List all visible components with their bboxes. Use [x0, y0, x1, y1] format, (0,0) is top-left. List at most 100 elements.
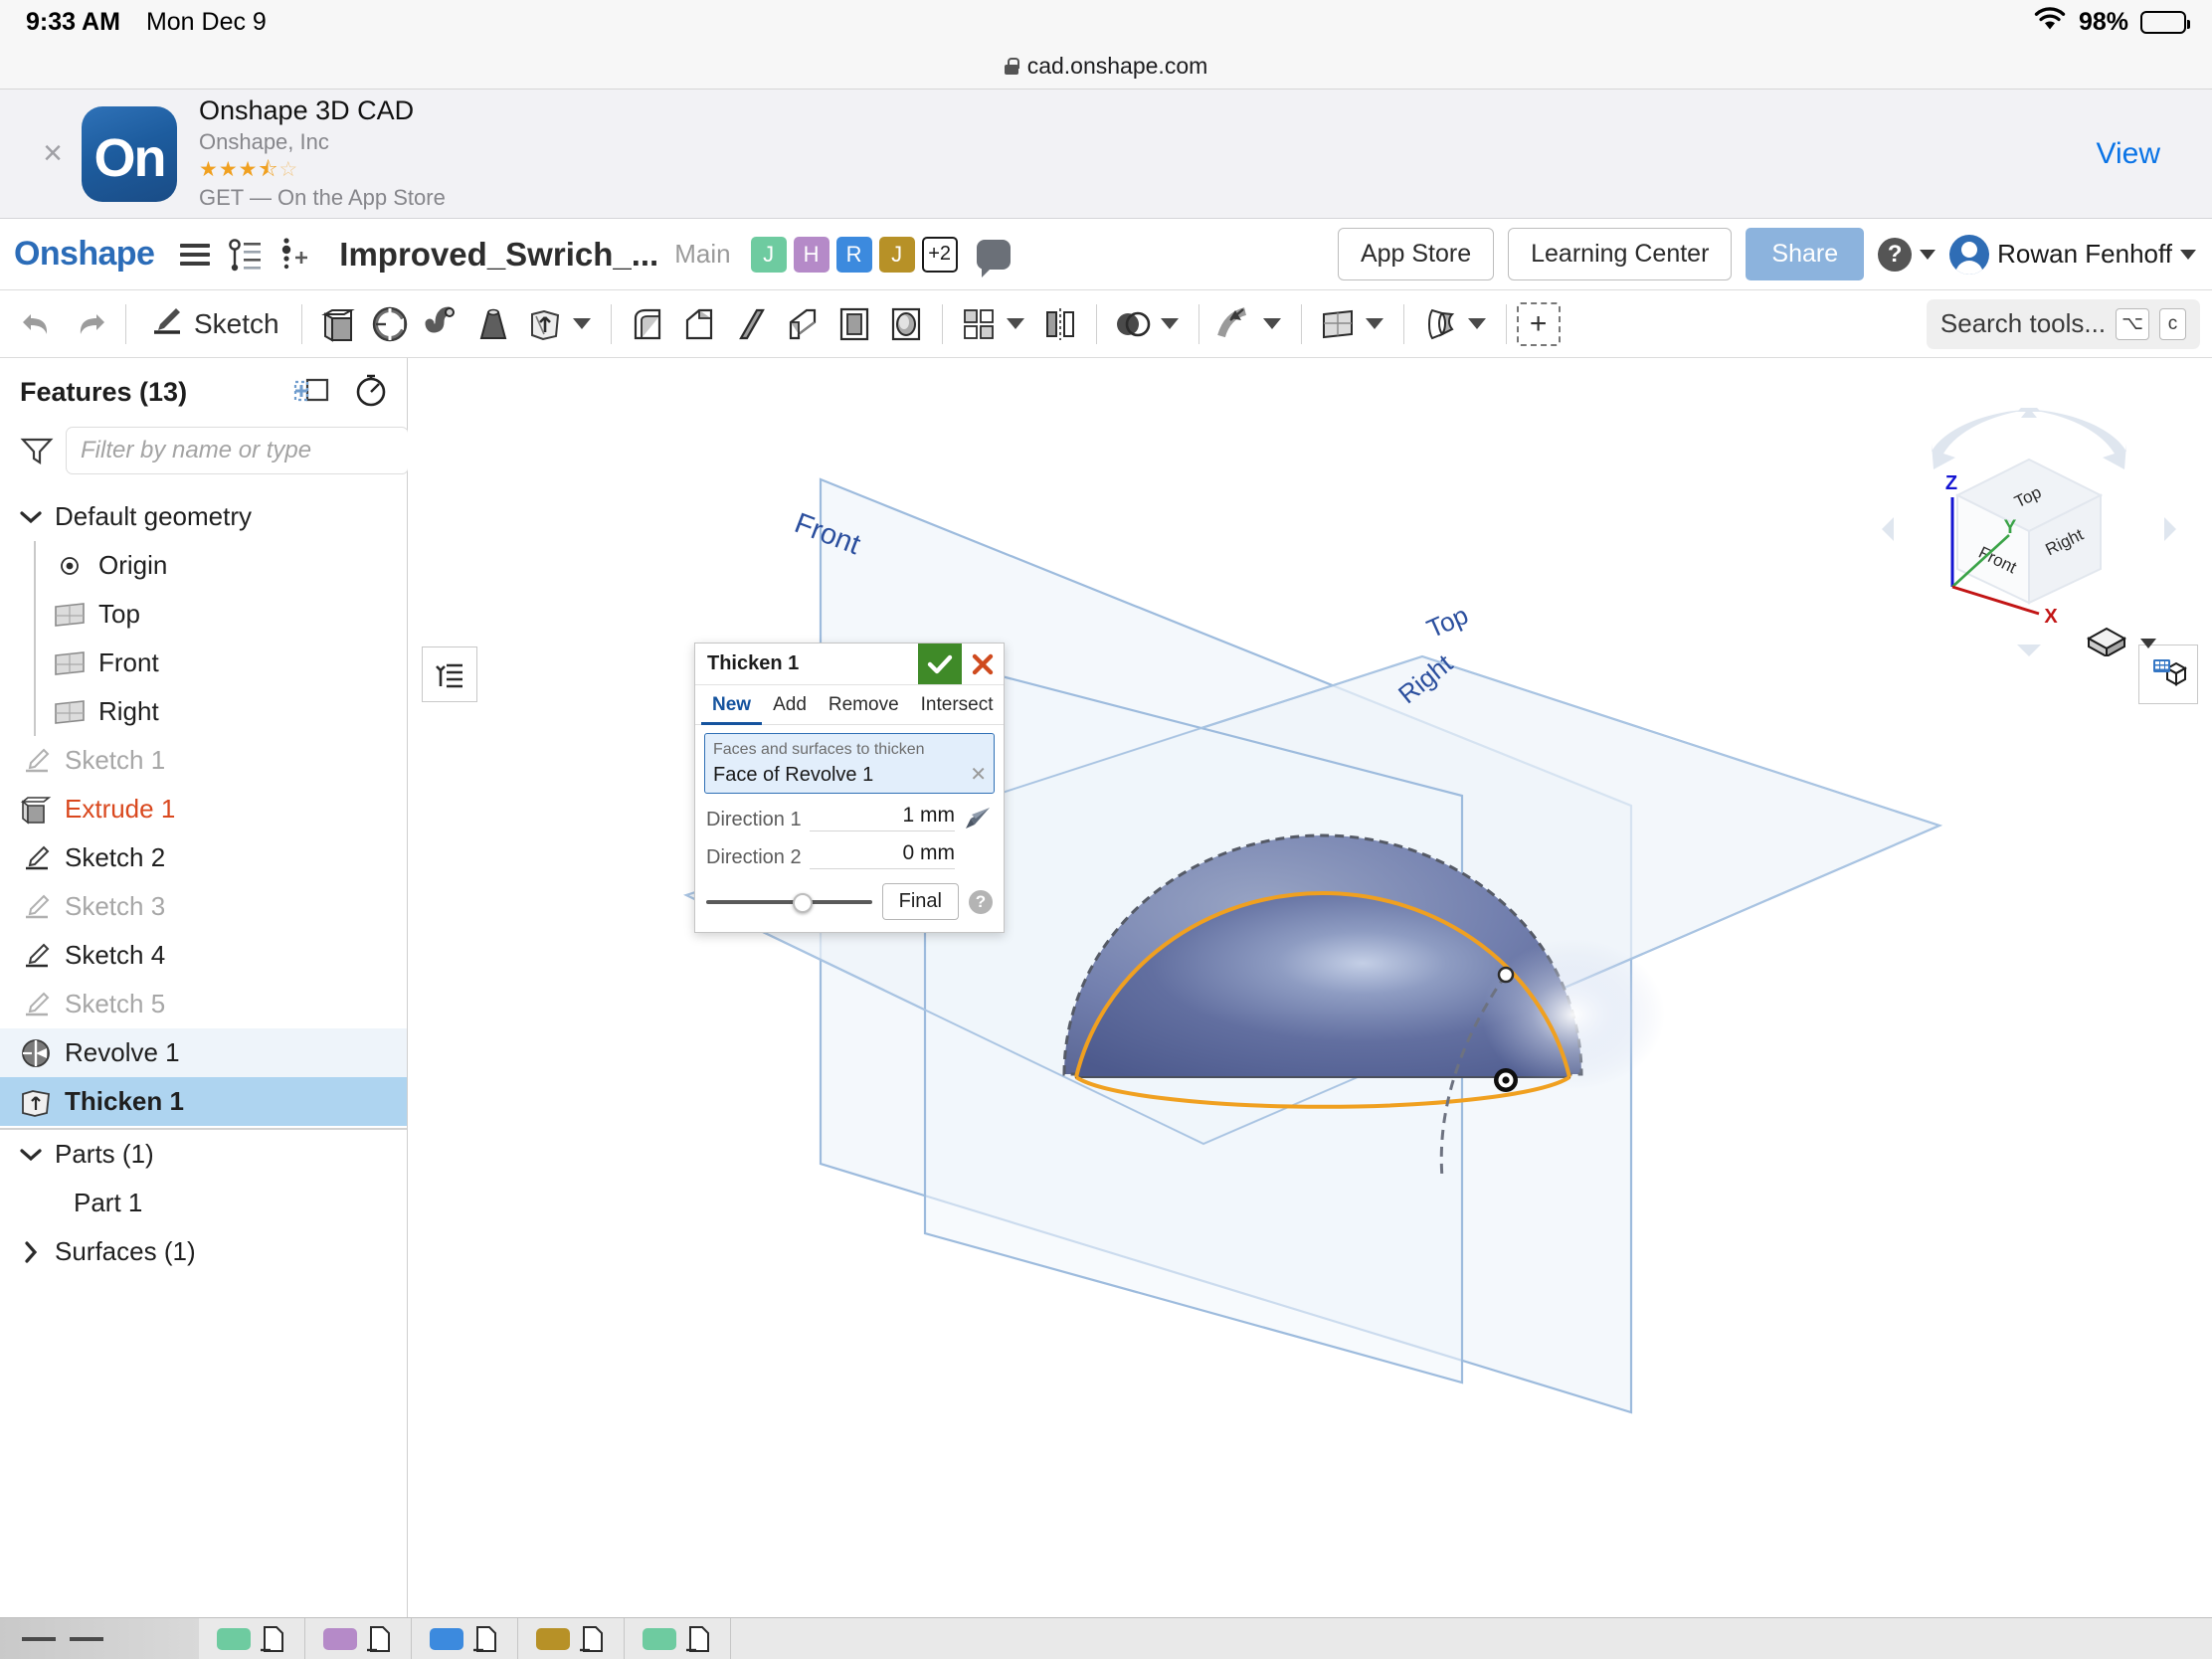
chamfer-icon[interactable] — [673, 297, 725, 351]
banner-close-button[interactable]: × — [30, 134, 76, 173]
pattern-icon[interactable] — [953, 297, 1005, 351]
help-question-icon[interactable]: ? — [969, 889, 993, 914]
funnel-filter-icon[interactable] — [20, 436, 54, 465]
dialog-accept-button[interactable] — [918, 644, 962, 684]
collaborator-avatar[interactable]: J — [750, 236, 787, 273]
version-graph-icon[interactable] — [222, 232, 268, 277]
drag-grip-icon[interactable] — [0, 1618, 199, 1659]
tree-item-revolve-1[interactable]: Revolve 1 — [0, 1028, 407, 1077]
help-icon[interactable]: ? — [1878, 237, 1913, 272]
collaborator-avatar[interactable]: H — [793, 236, 830, 273]
chevron-down-icon[interactable] — [20, 510, 42, 524]
shell-icon[interactable] — [777, 297, 829, 351]
dialog-tab-remove[interactable]: Remove — [818, 685, 910, 724]
hamburger-menu-icon[interactable] — [172, 232, 218, 277]
dialog-tab-add[interactable]: Add — [762, 685, 818, 724]
tree-item-part-1[interactable]: Part 1 — [0, 1179, 407, 1227]
user-chevron-down-icon[interactable] — [2180, 249, 2196, 260]
dialog-tab-intersect[interactable]: Intersect — [910, 685, 1005, 724]
dialog-tab-new[interactable]: New — [701, 685, 763, 725]
quality-slider[interactable] — [706, 892, 872, 913]
undo-icon[interactable] — [12, 297, 64, 351]
thicken-icon[interactable] — [519, 297, 571, 351]
rib-icon[interactable] — [725, 297, 777, 351]
tree-group-surfaces[interactable]: Surfaces (1) — [0, 1227, 407, 1276]
redo-icon[interactable] — [64, 297, 115, 351]
fillet-icon[interactable] — [622, 297, 673, 351]
dialog-cancel-button[interactable] — [962, 644, 1004, 684]
sketch-button[interactable]: Sketch — [136, 304, 291, 343]
surface-chevron-down-icon[interactable] — [1467, 318, 1486, 329]
chevron-right-icon[interactable] — [20, 1240, 42, 1263]
direction-1-input[interactable]: 1 mm — [809, 804, 955, 832]
add-custom-feature-icon[interactable]: + — [1516, 301, 1561, 346]
help-chevron-down-icon[interactable] — [1920, 249, 1936, 260]
tree-item-top-plane[interactable]: Top — [0, 590, 407, 639]
tree-item-sketch-3[interactable]: Sketch 3 — [0, 882, 407, 931]
view-cube[interactable]: Top Front Right Z Y X — [1880, 400, 2178, 658]
plane-icon[interactable] — [1312, 297, 1364, 351]
sweep-icon[interactable] — [416, 297, 467, 351]
transform-chevron-down-icon[interactable] — [1262, 318, 1281, 329]
hole-icon[interactable] — [880, 297, 932, 351]
slider-thumb[interactable] — [792, 892, 813, 913]
share-button[interactable]: Share — [1746, 228, 1865, 280]
bottom-tab[interactable] — [518, 1618, 625, 1659]
faces-selection-field[interactable]: Faces and surfaces to thicken Face of Re… — [704, 733, 995, 795]
revolve-icon[interactable] — [364, 297, 416, 351]
filter-input[interactable] — [66, 427, 409, 474]
boolean-icon[interactable] — [1107, 297, 1159, 351]
loft-icon[interactable] — [467, 297, 519, 351]
user-name[interactable]: Rowan Fenhoff — [1997, 239, 2172, 270]
origin-point-marker[interactable] — [1494, 1068, 1518, 1092]
flip-direction-icon[interactable] — [963, 806, 993, 831]
tree-item-thicken-1[interactable]: Thicken 1 — [0, 1077, 407, 1126]
learning-center-button[interactable]: Learning Center — [1508, 228, 1733, 280]
thicken-chevron-down-icon[interactable] — [572, 318, 591, 329]
tree-item-sketch-5[interactable]: Sketch 5 — [0, 980, 407, 1028]
document-branch[interactable]: Main — [674, 239, 730, 270]
rollback-timer-icon[interactable] — [353, 372, 389, 413]
3d-viewport[interactable]: Front Top Right Top Front Right Z Y X Th… — [408, 358, 2212, 1617]
bottom-tab[interactable] — [412, 1618, 518, 1659]
collaborator-overflow-badge[interactable]: +2 — [921, 236, 958, 273]
onshape-logo[interactable]: Onshape — [14, 235, 155, 274]
bottom-tab[interactable] — [305, 1618, 412, 1659]
pattern-chevron-down-icon[interactable] — [1006, 318, 1024, 329]
browser-url-bar[interactable]: cad.onshape.com — [0, 44, 2212, 90]
tree-group-default-geometry[interactable]: Default geometry — [0, 492, 407, 541]
insert-feature-icon[interactable] — [272, 232, 317, 277]
collaborator-avatar[interactable]: R — [835, 236, 872, 273]
extrude-icon[interactable] — [312, 297, 364, 351]
search-tools-button[interactable]: Search tools... ⌥ c — [1926, 298, 2200, 349]
tree-item-right-plane[interactable]: Right — [0, 687, 407, 736]
chevron-down-icon[interactable] — [20, 1148, 42, 1162]
tree-item-sketch-2[interactable]: Sketch 2 — [0, 833, 407, 882]
quality-final-button[interactable]: Final — [881, 883, 959, 921]
tree-item-front-plane[interactable]: Front — [0, 639, 407, 687]
surface-icon[interactable] — [1414, 297, 1466, 351]
tree-item-extrude-1[interactable]: Extrude 1 — [0, 785, 407, 833]
draft-icon[interactable] — [829, 297, 880, 351]
app-store-button[interactable]: App Store — [1337, 228, 1495, 280]
thicken-dialog[interactable]: Thicken 1 New Add Remove Intersect Faces… — [694, 643, 1005, 934]
tree-group-parts[interactable]: Parts (1) — [0, 1130, 407, 1179]
tree-item-sketch-1[interactable]: Sketch 1 — [0, 736, 407, 785]
feature-list-toggle-icon[interactable] — [422, 646, 477, 702]
user-avatar-icon[interactable] — [1949, 234, 1990, 275]
bottom-tab[interactable] — [625, 1618, 731, 1659]
tree-item-sketch-4[interactable]: Sketch 4 — [0, 931, 407, 980]
bottom-tab[interactable] — [199, 1618, 305, 1659]
comment-bubble-icon[interactable] — [976, 239, 1011, 277]
document-title[interactable]: Improved_Swrich_... — [339, 236, 658, 274]
banner-view-button[interactable]: View — [2097, 137, 2182, 171]
mirror-icon[interactable] — [1034, 297, 1086, 351]
plane-chevron-down-icon[interactable] — [1365, 318, 1383, 329]
apex-vertex-point[interactable] — [1497, 966, 1515, 984]
clear-x-icon[interactable]: ✕ — [970, 762, 987, 787]
transform-icon[interactable] — [1209, 297, 1261, 351]
collaborator-avatar[interactable]: J — [878, 236, 915, 273]
tree-item-origin[interactable]: Origin — [0, 541, 407, 590]
boolean-chevron-down-icon[interactable] — [1160, 318, 1179, 329]
direction-2-input[interactable]: 0 mm — [809, 841, 955, 870]
